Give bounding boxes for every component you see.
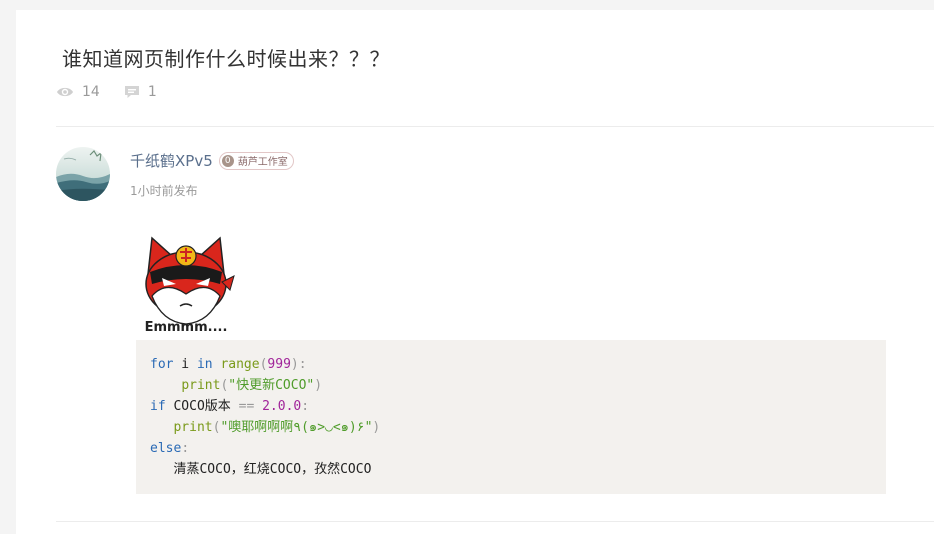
comments-stat: 1 bbox=[124, 84, 157, 100]
code-line: for i in range(999): bbox=[150, 357, 307, 372]
fox-sticker: Emmmm.... bbox=[145, 236, 235, 335]
code-line: print("快更新COCO") bbox=[181, 378, 323, 393]
badge-level: 0 bbox=[221, 154, 234, 167]
views-count: 14 bbox=[82, 84, 100, 100]
comments-count: 1 bbox=[147, 84, 157, 100]
code-block: for i in range(999): print("快更新COCO") if… bbox=[136, 340, 886, 494]
team-badge[interactable]: 0 葫芦工作室 bbox=[218, 151, 294, 170]
sticker-text: Emmmm.... bbox=[145, 320, 228, 334]
comment-icon bbox=[124, 86, 139, 98]
post-time: 1小时前发布 bbox=[130, 184, 198, 198]
post-card: 谁知道网页制作什么时候出来？？？ 14 1 千纸鹤XPv5 0 葫芦工作室 1小… bbox=[16, 10, 934, 534]
avatar[interactable] bbox=[56, 147, 110, 201]
eye-icon bbox=[57, 87, 73, 97]
badge-label: 葫芦工作室 bbox=[237, 157, 288, 168]
code-line: 清蒸COCO，红烧COCO，孜然COCO bbox=[173, 462, 372, 477]
sticker-image: Emmmm.... bbox=[136, 234, 236, 335]
post-stats: 14 1 bbox=[56, 82, 181, 102]
views-stat: 14 bbox=[56, 84, 100, 100]
avatar-image bbox=[56, 147, 110, 201]
author-name[interactable]: 千纸鹤XPv5 bbox=[130, 150, 213, 171]
post-title: 谁知道网页制作什么时候出来？？？ bbox=[62, 47, 390, 71]
author-line: 千纸鹤XPv5 0 葫芦工作室 bbox=[130, 150, 294, 171]
code-line: if COCO版本 == 2.0.0: bbox=[150, 399, 310, 414]
divider bbox=[56, 126, 934, 127]
divider bbox=[56, 521, 934, 522]
code-line: else: bbox=[150, 441, 190, 456]
code-line: print("噢耶啊啊啊٩(๑>◡<๑)۶") bbox=[173, 420, 381, 435]
